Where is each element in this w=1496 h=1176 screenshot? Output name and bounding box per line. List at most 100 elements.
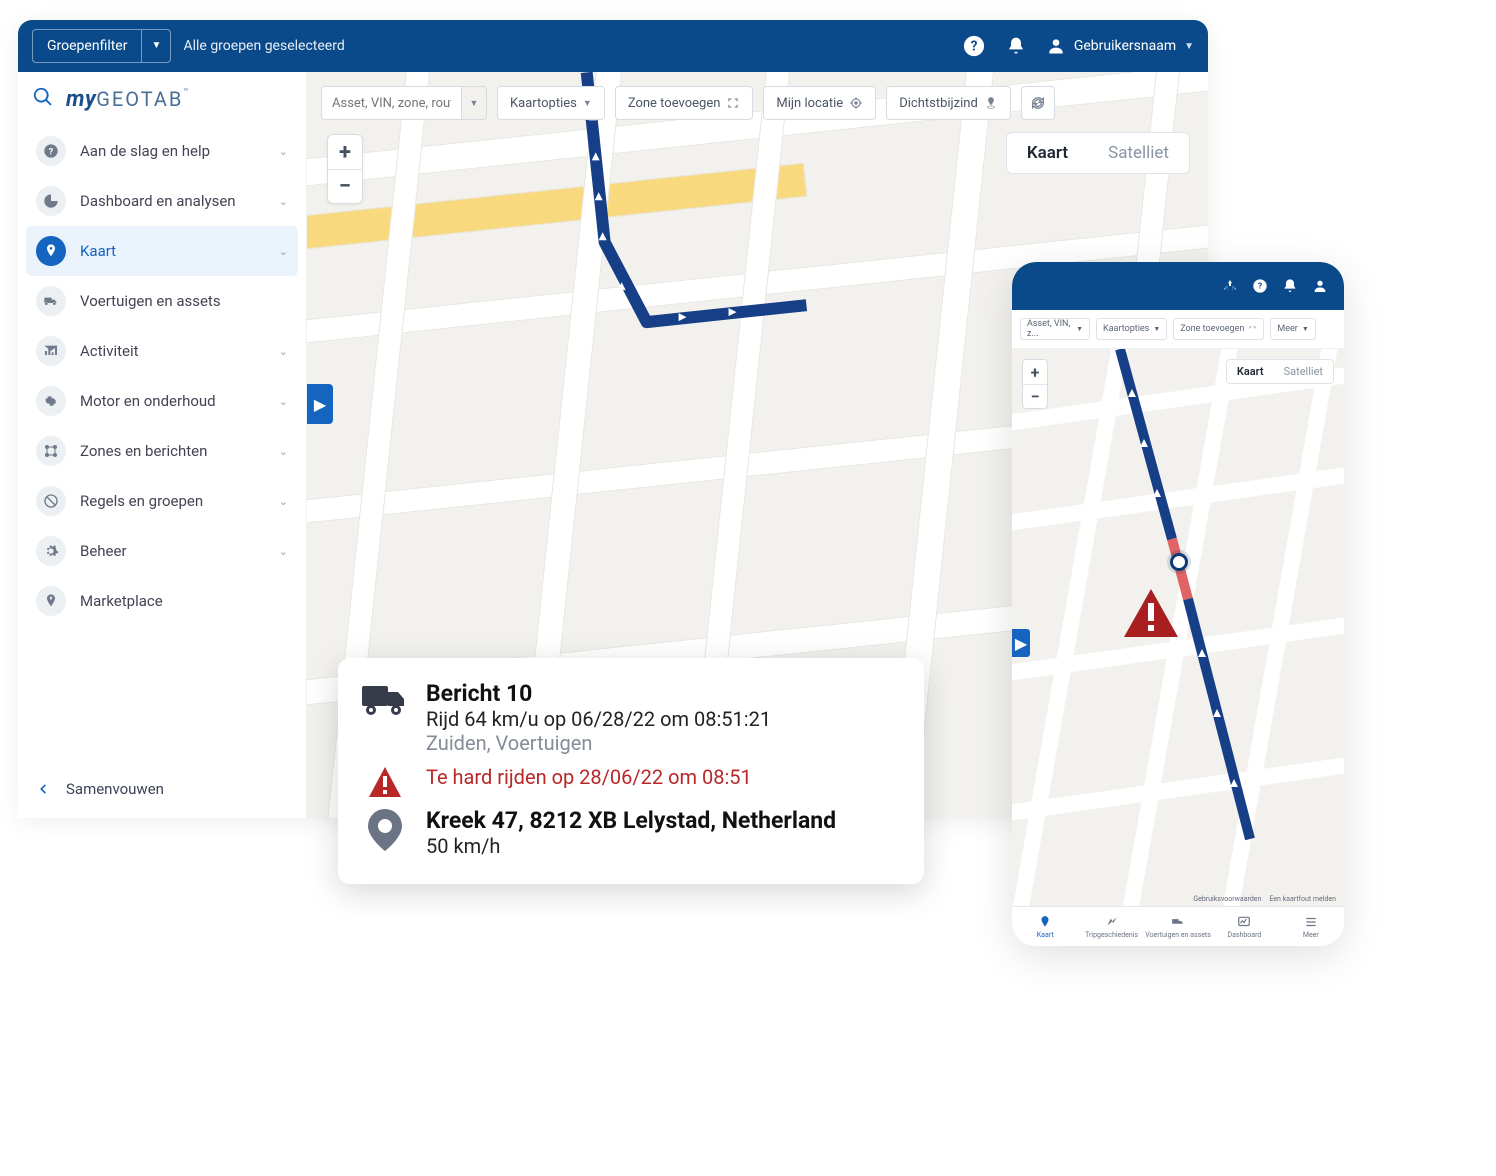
top-bar: Groepenfilter ▼ Alle groepen geselecteer… [18,20,1208,72]
nav-dashboard[interactable]: Dashboard en analysen ⌄ [26,176,298,226]
svg-text:?: ? [1258,282,1262,292]
nav-engine[interactable]: Motor en onderhoud ⌄ [26,376,298,426]
groups-selected-text: Alle groepen geselecteerd [183,38,344,54]
collapse-label: Samenvouwen [66,780,164,798]
phone-options[interactable]: Kaartopties▼ [1096,318,1167,340]
nav-label: Activiteit [80,342,139,360]
user-icon[interactable] [1312,278,1328,294]
add-zone-button[interactable]: Zone toevoegen [615,86,754,120]
collapse-sidebar[interactable]: Samenvouwen [26,766,298,818]
help-filled-icon: ? [36,136,66,166]
pin-icon [984,96,998,110]
zoom-out-button[interactable]: − [328,169,362,203]
nav-activity[interactable]: Activiteit ⌄ [26,326,298,376]
chevron-down-icon: ▼ [1184,41,1194,52]
my-location-button[interactable]: Mijn locatie [763,86,876,120]
zoom-in-button[interactable]: + [328,135,362,169]
bell-icon[interactable] [1282,278,1298,294]
info-card: Bericht 10 Rijd 64 km/u op 06/28/22 om 0… [338,658,924,884]
engine-icon [36,386,66,416]
nav-rules[interactable]: Regels en groepen ⌄ [26,476,298,526]
map-type-satellite[interactable]: Satelliet [1088,133,1189,173]
org-icon[interactable] [1222,278,1238,294]
chevron-down-icon: ⌄ [279,445,288,458]
group-filter-dropdown[interactable]: Groepenfilter ▼ [32,29,171,63]
info-address: Kreek 47, 8212 XB Lelystad, Netherland [426,807,836,834]
bell-icon[interactable] [1004,34,1028,58]
left-drawer-tab[interactable]: ▶ [307,384,333,424]
zoom-in-button[interactable]: + [1023,360,1047,384]
chevron-down-icon: ▼ [583,98,592,109]
location-pin-icon [362,807,408,858]
phone-map[interactable]: + − Kaart Satelliet ▶ Gebruiksvoorwaarde… [1012,349,1344,909]
phone-topbar: ? [1012,262,1344,310]
phone-nav-more[interactable]: Meer [1278,907,1344,946]
help-icon[interactable]: ? [1252,278,1268,294]
info-title: Bericht 10 [426,680,771,707]
chevron-left-icon [36,782,50,796]
map-icon [36,236,66,266]
group-filter-label: Groepenfilter [33,30,142,62]
phone-add-zone[interactable]: Zone toevoegen [1173,318,1264,340]
nav-zones[interactable]: Zones en berichten ⌄ [26,426,298,476]
svg-text:?: ? [49,146,54,157]
rules-icon [36,486,66,516]
info-line2: Zuiden, Voertuigen [426,731,771,755]
info-speed: 50 km/h [426,834,836,858]
chart-icon [36,186,66,216]
phone-nav-dashboard[interactable]: Dashboard [1211,907,1277,946]
zoom-control: + − [327,134,363,204]
phone-more[interactable]: Meer▼ [1270,318,1315,340]
username-label: Gebruikersnaam [1074,38,1176,54]
phone-nav-vehicles[interactable]: Voertuigen en assets [1145,907,1211,946]
marketplace-icon [36,586,66,616]
zone-add-icon [726,96,740,110]
refresh-button[interactable] [1021,86,1055,120]
chevron-down-icon: ⌄ [279,345,288,358]
logo: myGEOTAB™ [66,87,189,112]
truck-icon [362,680,408,755]
svg-text:?: ? [970,39,977,55]
user-menu[interactable]: Gebruikersnaam ▼ [1046,36,1194,56]
map-type-map[interactable]: Kaart [1007,133,1088,173]
nav-label: Regels en groepen [80,492,203,510]
phone-nav-trips[interactable]: Tripgeschiedenis [1078,907,1144,946]
help-icon[interactable]: ? [962,34,986,58]
map-options-dropdown[interactable]: Kaartopties▼ [497,86,605,120]
map-search[interactable]: ▼ [321,86,487,120]
map-type-satellite[interactable]: Satelliet [1274,360,1333,383]
phone-route [1012,349,1344,909]
map-type-map[interactable]: Kaart [1227,360,1274,383]
zoom-out-button[interactable]: − [1023,384,1047,408]
search-icon[interactable] [32,86,54,112]
phone-search[interactable]: Asset, VIN, z...▼ [1020,318,1090,340]
nav-label: Marketplace [80,592,163,610]
nav-getting-started[interactable]: ? Aan de slag en help ⌄ [26,126,298,176]
gear-icon [36,536,66,566]
map-search-input[interactable] [321,86,461,120]
chevron-down-icon: ⌄ [279,145,288,158]
nearest-button[interactable]: Dichtstbijzind [886,86,1011,120]
nav-label: Motor en onderhoud [80,392,216,410]
phone-nav-map[interactable]: Kaart [1012,907,1078,946]
map-toolbar: ▼ Kaartopties▼ Zone toevoegen Mijn locat… [321,86,1055,120]
phone-zoom: + − [1022,359,1048,409]
crosshair-icon [849,96,863,110]
nav-marketplace[interactable]: Marketplace [26,576,298,626]
info-alert: Te hard rijden op 28/06/22 om 08:51 [426,765,752,789]
chevron-down-icon: ⌄ [279,395,288,408]
nav-vehicles[interactable]: Voertuigen en assets [26,276,298,326]
terms-link[interactable]: Gebruiksvoorwaarden [1193,895,1261,903]
chevron-down-icon[interactable]: ▼ [461,86,487,120]
phone-drawer-tab[interactable]: ▶ [1012,629,1030,657]
warning-icon [1124,589,1178,637]
report-map-error-link[interactable]: Een kaartfout melden [1269,895,1336,903]
warning-icon [362,765,408,797]
nav-label: Aan de slag en help [80,142,210,160]
zones-icon [36,436,66,466]
activity-icon [36,336,66,366]
nav-admin[interactable]: Beheer ⌄ [26,526,298,576]
nav-map[interactable]: Kaart ⌄ [26,226,298,276]
nav-label: Dashboard en analysen [80,192,236,210]
phone-toolbar: Asset, VIN, z...▼ Kaartopties▼ Zone toev… [1012,310,1344,349]
